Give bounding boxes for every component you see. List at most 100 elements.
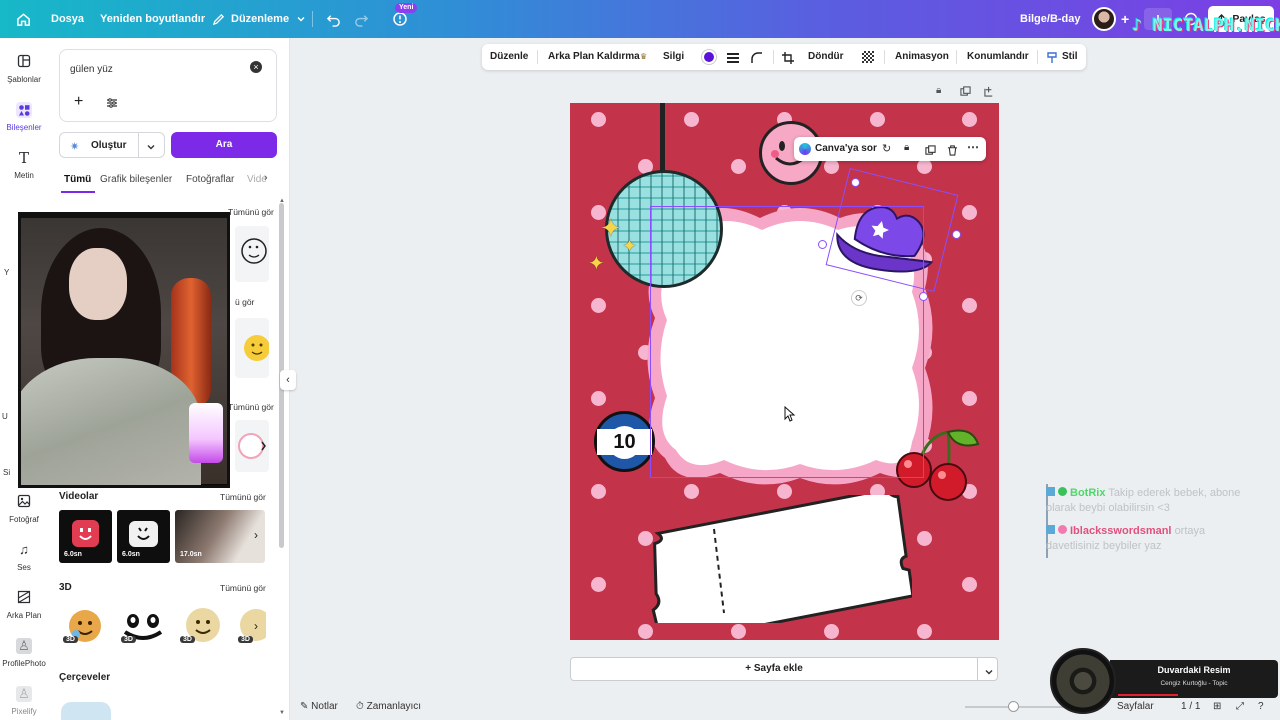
rotate-icon[interactable]: ↻ xyxy=(882,142,891,155)
rail-item-profilephoto[interactable]: ♙ ProfilePhoto xyxy=(0,638,48,668)
rotate-button[interactable]: Döndür xyxy=(808,44,844,70)
avatar[interactable] xyxy=(1092,7,1116,31)
chevron-right-icon[interactable]: › xyxy=(254,619,258,633)
edit-mode-dropdown[interactable]: Düzenleme xyxy=(212,0,306,38)
ticket-sticker[interactable] xyxy=(648,495,912,623)
polka-dot xyxy=(638,623,653,639)
3d-element-thumbnail[interactable]: 3D xyxy=(236,604,272,650)
redo-button[interactable] xyxy=(354,0,369,38)
divider xyxy=(884,50,885,64)
grid-view-icon[interactable]: ⊞ xyxy=(1213,701,1221,712)
position-button[interactable]: Konumlandır xyxy=(967,44,1029,70)
video-thumbnail[interactable]: 17.0sn xyxy=(175,510,265,563)
chevron-down-icon[interactable] xyxy=(984,664,994,682)
add-icon[interactable]: + xyxy=(74,94,83,110)
see-all-link[interactable]: Tümünü gör xyxy=(220,583,266,593)
scroll-up-icon[interactable]: ▲ xyxy=(279,198,285,204)
rail-item-text[interactable]: T Metin xyxy=(0,150,48,180)
add-collaborator-button[interactable]: + xyxy=(1121,0,1129,38)
section-title-videos: Videolar xyxy=(59,491,99,502)
rotate-handle-icon[interactable]: ⟳ xyxy=(851,290,867,306)
frame-thumbnail[interactable] xyxy=(61,702,111,720)
file-menu[interactable]: Dosya xyxy=(51,0,84,38)
resize-handle[interactable] xyxy=(919,292,928,301)
style-icon xyxy=(1046,51,1058,69)
rail-item-audio[interactable]: ♫ Ses xyxy=(0,542,48,572)
resize-button[interactable]: Yeniden boyutlandır xyxy=(100,0,205,38)
tab-graphics[interactable]: Grafik bileşenler xyxy=(100,174,172,185)
see-all-partial[interactable]: ü gör xyxy=(235,297,254,307)
rail-label: Bileşenler xyxy=(6,123,42,132)
erase-button[interactable]: Silgi xyxy=(663,44,684,70)
billiard-ball-sticker[interactable]: 10 xyxy=(594,411,655,472)
duplicate-page-icon[interactable] xyxy=(960,84,971,102)
undo-button[interactable] xyxy=(326,0,341,38)
lock-icon[interactable]: 🔒︎ xyxy=(936,85,941,96)
3d-element-thumbnail[interactable]: 3D xyxy=(119,604,167,650)
chevron-right-icon[interactable]: › xyxy=(254,528,258,542)
video-thumbnail[interactable]: 6.0sn xyxy=(59,510,112,563)
lock-icon[interactable]: 🔒︎ xyxy=(904,142,909,153)
duplicate-icon[interactable] xyxy=(925,143,936,161)
scroll-down-icon[interactable]: ▼ xyxy=(279,710,285,716)
bg-remove-button[interactable]: Arka Plan Kaldırma xyxy=(548,44,640,70)
chevron-right-icon[interactable]: › xyxy=(264,172,268,184)
ask-canva-button[interactable]: Canva'ya sor xyxy=(815,143,877,154)
search-box: × + xyxy=(59,49,277,122)
document-title[interactable]: Bilge/B-day xyxy=(1020,0,1081,38)
divider xyxy=(312,11,313,27)
collapse-panel-button[interactable]: ‹ xyxy=(280,370,296,390)
search-input[interactable] xyxy=(70,60,240,78)
add-page-button[interactable]: + Sayfa ekle xyxy=(571,658,977,680)
color-swatch[interactable] xyxy=(701,49,717,65)
notes-button[interactable]: ✎ Notlar xyxy=(300,701,338,712)
arrange-button[interactable]: Düzenle xyxy=(490,44,528,70)
fullscreen-icon[interactable]: ⤢ xyxy=(1236,701,1244,712)
border-style-icon[interactable] xyxy=(727,51,739,69)
3d-element-thumbnail[interactable]: 3D xyxy=(178,604,222,650)
add-page-icon[interactable] xyxy=(984,84,995,102)
resize-handle[interactable] xyxy=(952,230,961,239)
rail-item-pixelify[interactable]: ♙ Pixelify xyxy=(0,686,48,716)
zoom-slider-thumb[interactable] xyxy=(1008,701,1019,712)
3d-badge: 3D xyxy=(63,636,78,643)
corner-rounding-icon[interactable] xyxy=(751,51,763,69)
video-thumbnail[interactable]: 6.0sn xyxy=(117,510,170,563)
rail-item-photos[interactable]: Fotoğraf xyxy=(0,494,48,524)
pages-button[interactable]: Sayfalar xyxy=(1117,701,1154,712)
chat-username: Iblacksswordsmanl xyxy=(1070,525,1172,537)
tab-all[interactable]: Tümü xyxy=(64,174,91,185)
see-all-link[interactable]: Tümünü gör xyxy=(228,207,274,217)
timer-button[interactable]: ⏱︎ Zamanlayıcı xyxy=(356,701,421,712)
animate-button[interactable]: Animasyon xyxy=(895,44,949,70)
resize-handle[interactable] xyxy=(818,240,827,249)
see-all-link[interactable]: Tümünü gör xyxy=(228,402,274,412)
crop-icon[interactable] xyxy=(782,51,794,69)
create-dropdown[interactable]: ✷ Oluştur xyxy=(59,132,165,158)
clear-search-icon[interactable]: × xyxy=(250,61,262,73)
rail-item-templates[interactable]: Şablonlar xyxy=(0,54,48,84)
zoom-slider-track[interactable] xyxy=(965,706,1075,708)
home-button[interactable] xyxy=(16,0,31,38)
see-all-link[interactable]: Tümünü gör xyxy=(220,492,266,502)
video-preview xyxy=(72,520,99,547)
page-count: 1 / 1 xyxy=(1181,701,1201,712)
transparency-icon[interactable] xyxy=(862,51,874,63)
element-thumbnail[interactable] xyxy=(235,318,270,378)
3d-element-thumbnail[interactable]: 3D xyxy=(61,604,105,650)
polka-dot xyxy=(731,158,746,174)
resize-handle[interactable] xyxy=(851,178,860,187)
more-options-icon[interactable]: ⋯ xyxy=(967,140,979,154)
tab-photos[interactable]: Fotoğraflar xyxy=(186,174,234,185)
element-thumbnail[interactable] xyxy=(235,226,269,282)
help-icon[interactable]: ? xyxy=(1258,701,1264,712)
trash-icon[interactable] xyxy=(947,143,958,161)
rail-item-elements[interactable]: Bileşenler xyxy=(0,102,48,132)
rail-item-background[interactable]: Arka Plan xyxy=(0,590,48,620)
create-label: Oluştur xyxy=(91,140,127,151)
notes-label: Notlar xyxy=(311,701,338,712)
style-button[interactable]: Stil xyxy=(1062,44,1078,70)
search-button[interactable]: Ara xyxy=(171,132,277,158)
filter-icon[interactable] xyxy=(106,96,118,114)
element-thumbnail[interactable] xyxy=(235,420,269,472)
